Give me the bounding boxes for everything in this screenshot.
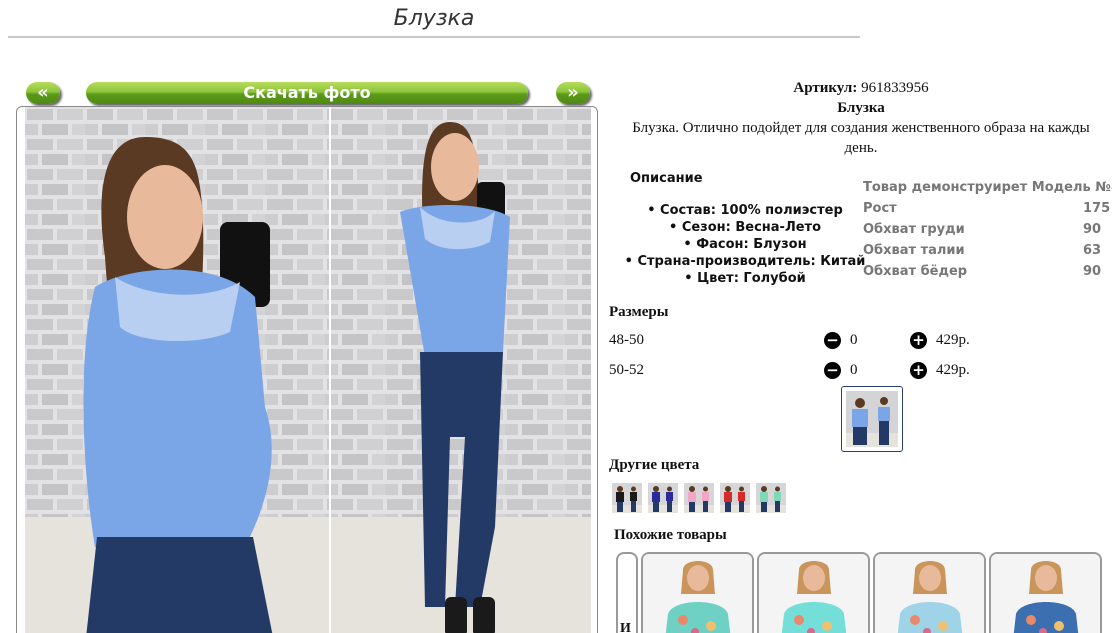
title-divider xyxy=(8,36,860,38)
similar-product-card[interactable] xyxy=(641,552,754,633)
param-row: Рост 175 xyxy=(863,198,1112,219)
description-list: Состав: 100% полиэстер Сезон: Весна-Лето… xyxy=(610,202,880,287)
product-tagline-line1: Блузка. Отлично подойдет для создания же… xyxy=(632,120,1090,136)
minus-icon[interactable]: − xyxy=(824,362,841,379)
color-swatch-pink[interactable] xyxy=(684,483,714,513)
color-swatch-red[interactable] xyxy=(720,483,750,513)
param-label: Обхват груди xyxy=(863,222,965,237)
download-photo-button[interactable]: Скачать фото xyxy=(86,82,528,104)
color-swatch-mint[interactable] xyxy=(756,483,786,513)
photo-thumbnail[interactable] xyxy=(841,386,903,452)
article-value: 961833956 xyxy=(861,80,929,96)
thumbnail-image xyxy=(846,391,898,447)
param-row: Товар демонструирет Модель №80 xyxy=(863,177,1112,198)
param-value: 63 xyxy=(1083,243,1102,258)
product-info: Артикул: 961833956 Блузка Блузка. Отличн… xyxy=(610,78,1112,158)
param-row: Обхват груди 90 xyxy=(863,219,1112,240)
param-label: Обхват талии xyxy=(863,243,965,258)
description-item: Страна-производитель: Китай xyxy=(610,253,880,270)
param-value: 175 xyxy=(1083,201,1111,216)
size-row: 48-50 − 0 + 429р. xyxy=(609,330,1112,352)
param-row: Обхват талии 63 xyxy=(863,240,1112,261)
param-row: Обхват бёдер 90 xyxy=(863,261,1112,282)
product-name: Блузка xyxy=(837,100,885,116)
description-title: Описание xyxy=(630,171,703,186)
page-title: Блузка xyxy=(393,6,475,31)
similar-card-letter: И xyxy=(620,621,631,633)
next-photo-button[interactable]: » xyxy=(556,82,590,104)
model-params: Товар демонструирет Модель №80 Рост 175 … xyxy=(863,177,1112,282)
similar-product-card[interactable] xyxy=(873,552,986,633)
description-item: Состав: 100% полиэстер xyxy=(610,202,880,219)
size-name: 50-52 xyxy=(609,362,644,378)
size-quantity: 0 xyxy=(850,362,858,378)
plus-icon[interactable]: + xyxy=(910,332,927,349)
similar-product-card[interactable] xyxy=(989,552,1102,633)
plus-icon[interactable]: + xyxy=(910,362,927,379)
similar-product-card[interactable] xyxy=(757,552,870,633)
size-name: 48-50 xyxy=(609,332,644,348)
size-price: 429р. xyxy=(936,362,970,378)
param-value: 90 xyxy=(1083,264,1102,279)
sizes-label: Размеры xyxy=(609,304,669,320)
prev-photo-button[interactable]: « xyxy=(26,82,60,104)
product-tagline-line2: день. xyxy=(844,140,878,156)
param-label: Обхват бёдер xyxy=(863,264,968,279)
minus-icon[interactable]: − xyxy=(824,332,841,349)
product-photo[interactable] xyxy=(25,107,591,633)
article-label: Артикул: xyxy=(793,80,858,96)
param-label: Рост xyxy=(863,201,897,216)
param-label: Товар демонструирет Модель №80 xyxy=(863,180,1112,195)
product-photo-frame xyxy=(16,106,598,633)
color-swatch-navy[interactable] xyxy=(648,483,678,513)
size-price: 429р. xyxy=(936,332,970,348)
description-item: Сезон: Весна-Лето xyxy=(610,219,880,236)
description-item: Фасон: Блузон xyxy=(610,236,880,253)
size-quantity: 0 xyxy=(850,332,858,348)
description-item: Цвет: Голубой xyxy=(610,270,880,287)
other-colors-label: Другие цвета xyxy=(609,457,700,473)
size-row: 50-52 − 0 + 429р. xyxy=(609,360,1112,382)
color-swatch-black[interactable] xyxy=(612,483,642,513)
param-value: 90 xyxy=(1083,222,1102,237)
similar-products-label: Похожие товары xyxy=(614,527,727,543)
